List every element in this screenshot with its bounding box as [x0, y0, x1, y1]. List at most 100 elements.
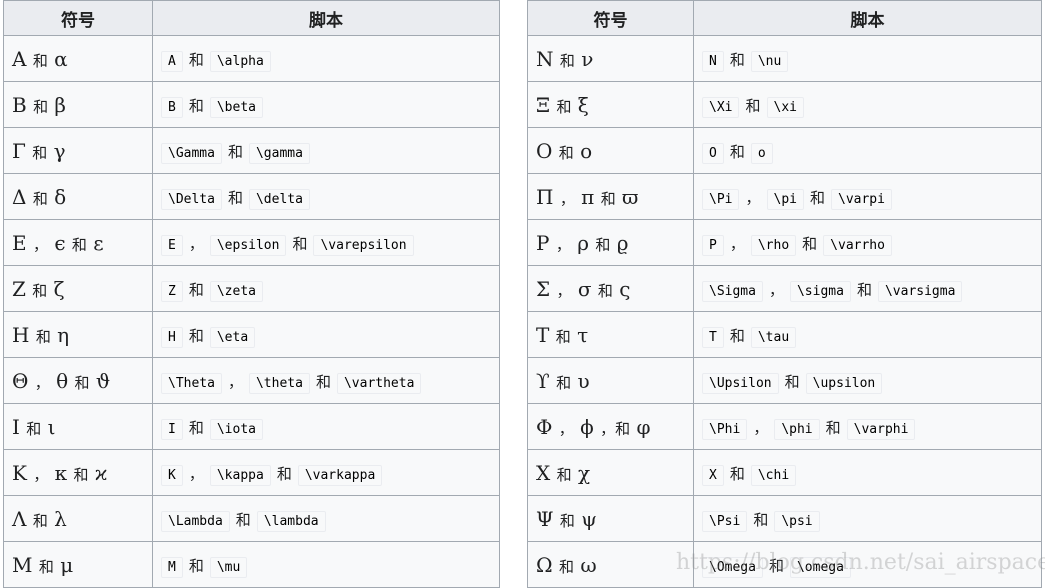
connector-text: ，: [555, 235, 571, 254]
greek-glyph: Η: [12, 322, 36, 347]
connector-text: 和: [768, 556, 784, 575]
greek-glyph: Β: [12, 92, 34, 117]
greek-glyph: Ζ: [12, 276, 33, 301]
table-row: Ψ 和 ψ \Psi 和 \psi: [527, 495, 1042, 542]
script-cell: A 和 \alpha: [152, 35, 500, 82]
code-snippet: A: [161, 50, 183, 72]
greek-glyph: ν: [574, 46, 594, 71]
connector-text: 和: [597, 281, 613, 300]
code-snippet: \epsilon: [209, 234, 287, 256]
greek-glyph: τ: [570, 322, 589, 347]
connector-text: 和: [235, 510, 251, 529]
script-cell: B 和 \beta: [152, 81, 500, 128]
greek-glyph: ϵ: [47, 230, 72, 255]
code-snippet: X: [702, 464, 724, 486]
greek-glyph: θ: [49, 368, 75, 393]
greek-glyph: ψ: [574, 506, 597, 531]
code-snippet: E: [161, 234, 183, 256]
symbol-cell: Θ ， θ 和 ϑ: [3, 357, 153, 404]
table-row: Γ 和 γ \Gamma 和 \gamma: [3, 127, 500, 174]
code-snippet: K: [161, 464, 183, 486]
script-cell: \Phi ， \phi 和 \varphi: [693, 403, 1042, 450]
connector-text: ，: [32, 235, 48, 254]
connector-text: 和: [227, 188, 243, 207]
greek-glyph: Χ: [536, 460, 557, 485]
connector-text: 和: [74, 373, 90, 392]
code-snippet: \Lambda: [161, 510, 230, 532]
connector-text: 和: [32, 51, 48, 70]
greek-glyph: Α: [12, 46, 33, 71]
code-snippet: O: [702, 142, 724, 164]
greek-glyph: ι: [41, 414, 56, 439]
table-row: ϒ 和 υ \Upsilon 和 \upsilon: [527, 357, 1042, 404]
greek-glyph: χ: [571, 460, 591, 485]
connector-text: 和: [71, 235, 87, 254]
code-snippet: H: [161, 326, 183, 348]
code-snippet: \tau: [750, 326, 797, 348]
connector-text: 和: [595, 235, 611, 254]
connector-text: 和: [809, 188, 825, 207]
connector-text: 和: [729, 142, 745, 161]
connector-text: 和: [35, 327, 51, 346]
code-snippet: \Upsilon: [702, 372, 779, 394]
symbol-cell: Ω 和 ω: [527, 541, 694, 588]
code-snippet: \Delta: [161, 188, 222, 210]
connector-text: 和: [26, 419, 42, 438]
code-snippet: \eta: [209, 326, 256, 348]
greek-glyph: Ε: [12, 230, 33, 255]
script-cell: X 和 \chi: [693, 449, 1042, 496]
table-row: Β 和 β B 和 \beta: [3, 81, 500, 128]
connector-text: 和: [38, 557, 54, 576]
script-cell: E ， \epsilon 和 \varepsilon: [152, 219, 500, 266]
table-row: Τ 和 τ T 和 \tau: [527, 311, 1042, 358]
greek-glyph: Γ: [12, 138, 33, 163]
table-row: Ρ ， ρ 和 ϱ P ， \rho 和 \varrho: [527, 219, 1042, 266]
table-row: Ξ 和 ξ \Xi 和 \xi: [527, 81, 1042, 128]
code-snippet: M: [161, 556, 183, 578]
connector-text: 和: [188, 96, 204, 115]
greek-glyph: β: [48, 92, 66, 117]
code-snippet: \varpi: [831, 188, 892, 210]
script-cell: \Sigma ， \sigma 和 \varsigma: [693, 265, 1042, 312]
symbol-cell: Γ 和 γ: [3, 127, 153, 174]
greek-glyph: ρ: [570, 230, 596, 255]
code-snippet: \beta: [209, 96, 263, 118]
code-snippet: \vartheta: [336, 372, 422, 394]
connector-text: ，: [556, 281, 572, 300]
code-snippet: Z: [161, 280, 183, 302]
symbol-cell: Ξ 和 ξ: [527, 81, 694, 128]
connector-text: 和: [188, 280, 204, 299]
code-snippet: \varkappa: [297, 464, 383, 486]
script-cell: M 和 \mu: [152, 541, 500, 588]
connector-text: 和: [559, 511, 575, 530]
greek-glyph: γ: [47, 138, 66, 163]
table-row: Σ ， σ 和 ς \Sigma ， \sigma 和 \varsigma: [527, 265, 1042, 312]
table-row: Χ 和 χ X 和 \chi: [527, 449, 1042, 496]
script-cell: N 和 \nu: [693, 35, 1042, 82]
symbol-cell: Ν 和 ν: [527, 35, 694, 82]
connector-text: 和: [188, 326, 204, 345]
script-cell: O和o: [693, 127, 1042, 174]
right-table: 符号 脚本 Ν 和 ν N 和 \nu Ξ 和 ξ \Xi 和 \xi Ο 和 οO和oΠ ， …: [527, 0, 1042, 588]
connector-text: 和: [32, 511, 48, 530]
symbol-cell: Ρ ， ρ 和 ϱ: [527, 219, 694, 266]
code-snippet: \pi: [766, 188, 804, 210]
symbol-cell: Σ ， σ 和 ς: [527, 265, 694, 312]
greek-glyph: Σ: [536, 276, 557, 301]
code-snippet: \Gamma: [161, 142, 222, 164]
table-row: Ε ， ϵ 和 ε E ， \epsilon 和 \varepsilon: [3, 219, 500, 266]
connector-text: 和: [558, 143, 574, 162]
code-snippet: \alpha: [209, 50, 271, 72]
code-snippet: \psi: [774, 510, 820, 532]
greek-glyph: Ω: [536, 552, 559, 577]
table-row: Φ ， ϕ ，和 φ \Phi， \phi 和 \varphi: [527, 403, 1042, 450]
symbol-header: 符号: [3, 0, 153, 36]
code-snippet: \rho: [750, 234, 797, 256]
code-snippet: \upsilon: [805, 372, 883, 394]
connector-text: 和: [292, 234, 308, 253]
symbol-cell: Τ 和 τ: [527, 311, 694, 358]
table-row: Ζ 和 ζ Z 和 \zeta: [3, 265, 500, 312]
symbol-cell: Η 和 η: [3, 311, 153, 358]
symbol-cell: Χ 和 χ: [527, 449, 694, 496]
code-snippet: \delta: [248, 188, 310, 210]
